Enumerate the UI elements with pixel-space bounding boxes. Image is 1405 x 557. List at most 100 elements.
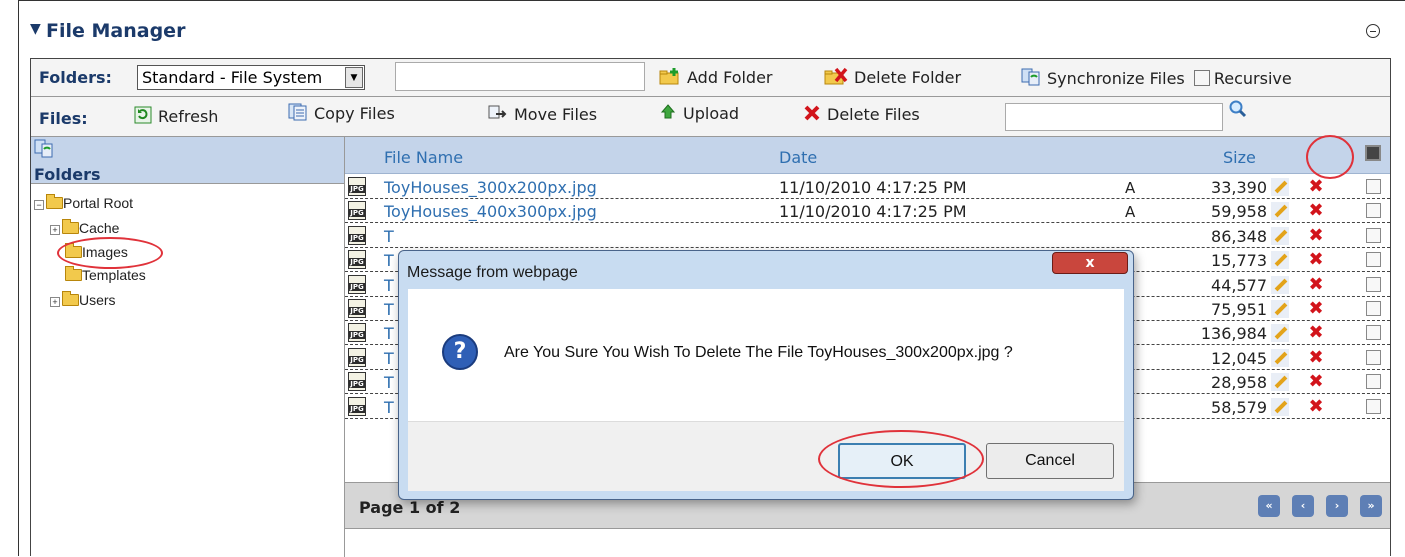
file-name-link[interactable]: ToyHouses_400x300px.jpg (384, 202, 597, 221)
folder-tree-panel: Folders − Portal Root + Cache Images Templ… (31, 137, 345, 557)
move-files-button[interactable]: Move Files (488, 104, 597, 126)
column-file-name[interactable]: File Name (384, 148, 463, 167)
jpg-file-icon-label: JPG (349, 282, 365, 291)
delete-icon[interactable]: ✖ (1306, 225, 1326, 246)
edit-icon[interactable] (1271, 373, 1289, 392)
file-name-link[interactable]: T (384, 227, 394, 246)
row-checkbox[interactable] (1366, 374, 1381, 390)
collapse-caret-icon[interactable]: ▼ (30, 21, 41, 37)
edit-icon[interactable] (1271, 178, 1289, 196)
next-page-icon[interactable]: › (1326, 495, 1348, 517)
row-checkbox[interactable] (1366, 301, 1381, 316)
first-page-icon[interactable]: « (1258, 495, 1280, 517)
delete-icon[interactable]: ✖ (1306, 372, 1326, 392)
tree-node-label: Templates (82, 267, 146, 283)
copy-files-button[interactable]: Copy Files (288, 103, 395, 125)
add-folder-button[interactable]: Add Folder (659, 67, 773, 89)
row-checkbox[interactable] (1366, 276, 1381, 292)
dialog-close-button[interactable]: x (1052, 252, 1128, 274)
file-name-link[interactable]: T (384, 251, 394, 270)
edit-icon[interactable] (1271, 300, 1289, 318)
row-checkbox[interactable] (1366, 179, 1381, 194)
refresh-button[interactable]: Refresh (134, 106, 218, 128)
edit-icon[interactable] (1271, 226, 1289, 245)
copy-files-icon (288, 103, 308, 125)
tree-node-cache[interactable]: + Cache (50, 219, 119, 238)
edit-icon[interactable] (1271, 251, 1289, 270)
file-name-link[interactable]: T (384, 398, 394, 417)
row-checkbox[interactable] (1366, 325, 1381, 341)
file-name-link[interactable]: T (384, 276, 394, 295)
row-checkbox[interactable] (1366, 349, 1381, 365)
delete-folder-icon (824, 67, 848, 89)
dropdown-arrow-icon[interactable]: ▼ (345, 67, 363, 88)
tree-node-portal-root[interactable]: − Portal Root (34, 194, 133, 213)
delete-icon[interactable]: ✖ (1306, 250, 1326, 270)
cancel-button[interactable]: Cancel (986, 443, 1114, 479)
column-date[interactable]: Date (779, 148, 817, 167)
dialog-message: Are You Sure You Wish To Delete The File… (504, 344, 1013, 361)
jpg-file-icon-label: JPG (349, 233, 365, 242)
upload-icon (659, 103, 677, 125)
delete-icon[interactable]: ✖ (1306, 396, 1326, 417)
tree-node-users[interactable]: + Users (50, 291, 116, 310)
delete-icon[interactable]: ✖ (1306, 177, 1326, 197)
synchronize-folders-icon[interactable] (34, 139, 54, 163)
delete-icon[interactable]: ✖ (1306, 201, 1326, 221)
row-checkbox[interactable] (1366, 203, 1381, 219)
expand-toggle-icon[interactable]: + (50, 225, 60, 235)
column-size[interactable]: Size (1223, 148, 1256, 167)
file-search-input[interactable] (1005, 103, 1223, 131)
file-name-link[interactable]: ToyHouses_300x200px.jpg (384, 178, 597, 197)
delete-icon[interactable]: ✖ (1306, 347, 1326, 368)
delete-files-button[interactable]: Delete Files (803, 104, 920, 126)
recursive-checkbox[interactable] (1193, 70, 1210, 86)
delete-icon[interactable]: ✖ (1306, 274, 1326, 295)
jpg-file-icon-label: JPG (349, 209, 365, 218)
edit-icon[interactable] (1271, 202, 1289, 221)
folder-type-select[interactable]: Standard - File System ▼ (137, 65, 365, 90)
file-name-link[interactable]: T (384, 373, 394, 392)
file-date: 11/10/2010 4:17:25 PM (779, 202, 967, 222)
edit-icon[interactable] (1271, 324, 1289, 343)
expand-toggle-icon[interactable]: + (50, 297, 60, 307)
table-row[interactable]: JPG T 86,348 ✖ (345, 224, 1390, 248)
folder-icon (62, 291, 79, 306)
upload-label: Upload (683, 104, 740, 123)
synchronize-files-button[interactable]: Synchronize Files Recursive (1021, 68, 1292, 90)
folder-name-input[interactable] (395, 62, 645, 91)
tree-node-label: Users (79, 292, 116, 308)
collapse-toggle-icon[interactable]: − (34, 200, 44, 210)
row-checkbox[interactable] (1366, 398, 1381, 414)
edit-icon[interactable] (1271, 275, 1289, 294)
jpg-file-icon-label: JPG (349, 380, 365, 389)
file-name-link[interactable]: T (384, 324, 394, 343)
dialog-title: Message from webpage (407, 264, 578, 281)
delete-icon[interactable]: ✖ (1306, 299, 1326, 319)
edit-icon[interactable] (1271, 397, 1289, 416)
table-row[interactable]: JPG ToyHouses_400x300px.jpg 11/10/2010 4:1… (345, 199, 1390, 224)
jpg-file-icon: JPG (348, 299, 366, 318)
highlight-ring-delete (1306, 135, 1354, 179)
delete-folder-button[interactable]: Delete Folder (824, 67, 961, 89)
row-checkbox[interactable] (1366, 227, 1381, 243)
synchronize-icon (1021, 68, 1041, 90)
upload-button[interactable]: Upload (659, 103, 739, 125)
file-name-link[interactable]: T (384, 300, 394, 319)
minimize-icon[interactable] (1366, 24, 1380, 38)
file-name-link[interactable]: T (384, 349, 394, 368)
file-size: 28,958 (1211, 373, 1267, 393)
search-icon[interactable] (1228, 99, 1248, 123)
previous-page-icon[interactable]: ‹ (1292, 495, 1314, 517)
delete-files-icon (803, 104, 821, 126)
select-all-checkbox[interactable] (1365, 145, 1381, 161)
folders-label: Folders: (39, 68, 112, 87)
last-page-icon[interactable]: » (1360, 495, 1382, 517)
edit-icon[interactable] (1271, 348, 1289, 367)
tree-node-templates[interactable]: Templates (65, 266, 146, 285)
folder-tree-title: Folders (34, 165, 101, 184)
row-checkbox[interactable] (1366, 252, 1381, 268)
table-row[interactable]: JPG ToyHouses_300x200px.jpg 11/10/2010 4:1… (345, 175, 1390, 199)
file-size: 12,045 (1211, 348, 1267, 368)
delete-icon[interactable]: ✖ (1306, 323, 1326, 343)
